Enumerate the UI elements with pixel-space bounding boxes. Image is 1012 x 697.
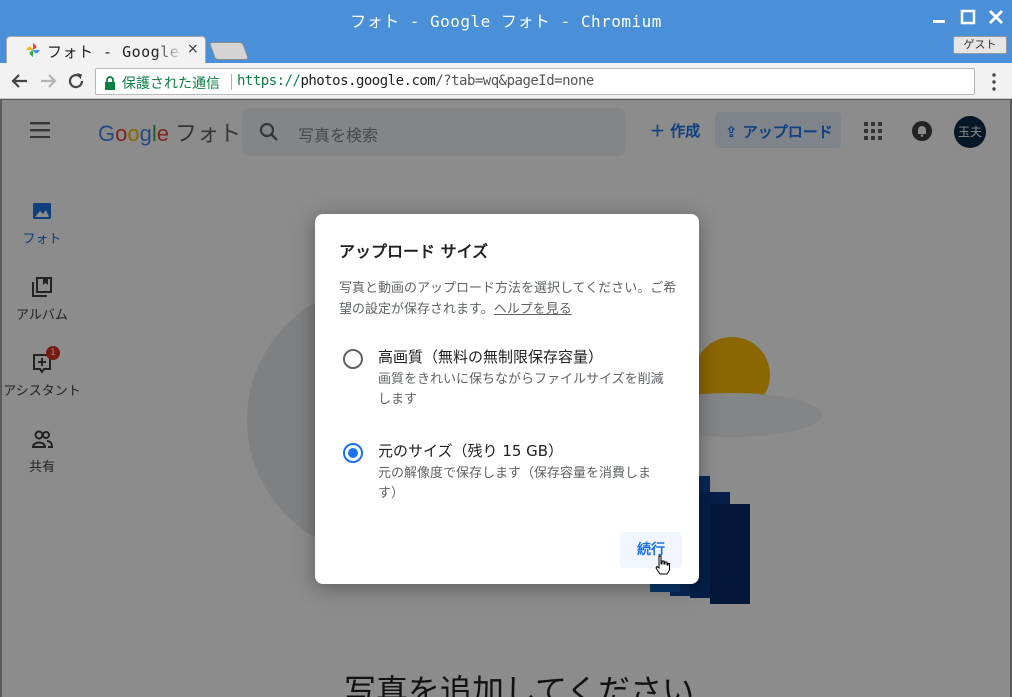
- security-label: 保護された通信: [122, 76, 220, 92]
- continue-button[interactable]: 続行: [620, 532, 682, 568]
- window-title: フォト - Google フォト - Chromium: [350, 12, 662, 31]
- dialog-description: 写真と動画のアップロード方法を選択してください。ご希望の設定が保存されます。ヘル…: [339, 278, 679, 320]
- guest-profile-button[interactable]: ゲスト: [953, 36, 1007, 54]
- google-photos-icon: [25, 42, 41, 58]
- forward-arrow-icon[interactable]: [38, 71, 58, 91]
- close-icon[interactable]: [987, 8, 1005, 26]
- tab-strip: フォト - Google フォト × ゲスト: [0, 34, 1012, 63]
- new-tab-button[interactable]: [208, 42, 250, 60]
- upload-size-dialog: アップロード サイズ 写真と動画のアップロード方法を選択してください。ご希望の設…: [315, 214, 699, 584]
- option-label: 元のサイズ（残り 15 GB）: [378, 442, 564, 460]
- url-scheme: https://: [237, 73, 301, 89]
- back-arrow-icon[interactable]: [10, 71, 30, 91]
- url-text[interactable]: https://photos.google.com/?tab=wq&pageId…: [237, 73, 594, 89]
- lock-icon: [104, 75, 116, 90]
- browser-toolbar: 保護された通信 https://photos.google.com/?tab=w…: [0, 63, 1012, 99]
- radio-high-quality[interactable]: [343, 349, 363, 369]
- option-description: 元の解像度で保存します（保存容量を消費します）: [378, 466, 652, 501]
- help-link[interactable]: ヘルプを見る: [494, 302, 572, 317]
- address-bar[interactable]: 保護された通信 https://photos.google.com/?tab=w…: [95, 68, 975, 95]
- tab-close-icon[interactable]: ×: [187, 41, 199, 57]
- minimize-icon[interactable]: [930, 8, 948, 26]
- radio-original-size[interactable]: [343, 443, 363, 463]
- hand-cursor-icon: [655, 555, 670, 575]
- maximize-icon[interactable]: [959, 8, 977, 26]
- option-description: 画質をきれいに保ちながらファイルサイズを削減します: [378, 372, 664, 407]
- url-path: /?tab=wq&pageId=none: [435, 73, 594, 89]
- reload-icon[interactable]: [66, 71, 86, 91]
- omnibox-divider: [231, 74, 232, 90]
- browser-menu-icon[interactable]: [990, 73, 998, 91]
- dialog-title: アップロード サイズ: [339, 242, 489, 261]
- tab-photos[interactable]: フォト - Google フォト ×: [6, 36, 206, 63]
- url-host: photos.google.com: [300, 73, 436, 89]
- tab-title: フォト - Google フォト: [47, 43, 183, 61]
- option-label: 高画質（無料の無制限保存容量）: [378, 348, 604, 366]
- window-titlebar: フォト - Google フォト - Chromium: [0, 0, 1012, 34]
